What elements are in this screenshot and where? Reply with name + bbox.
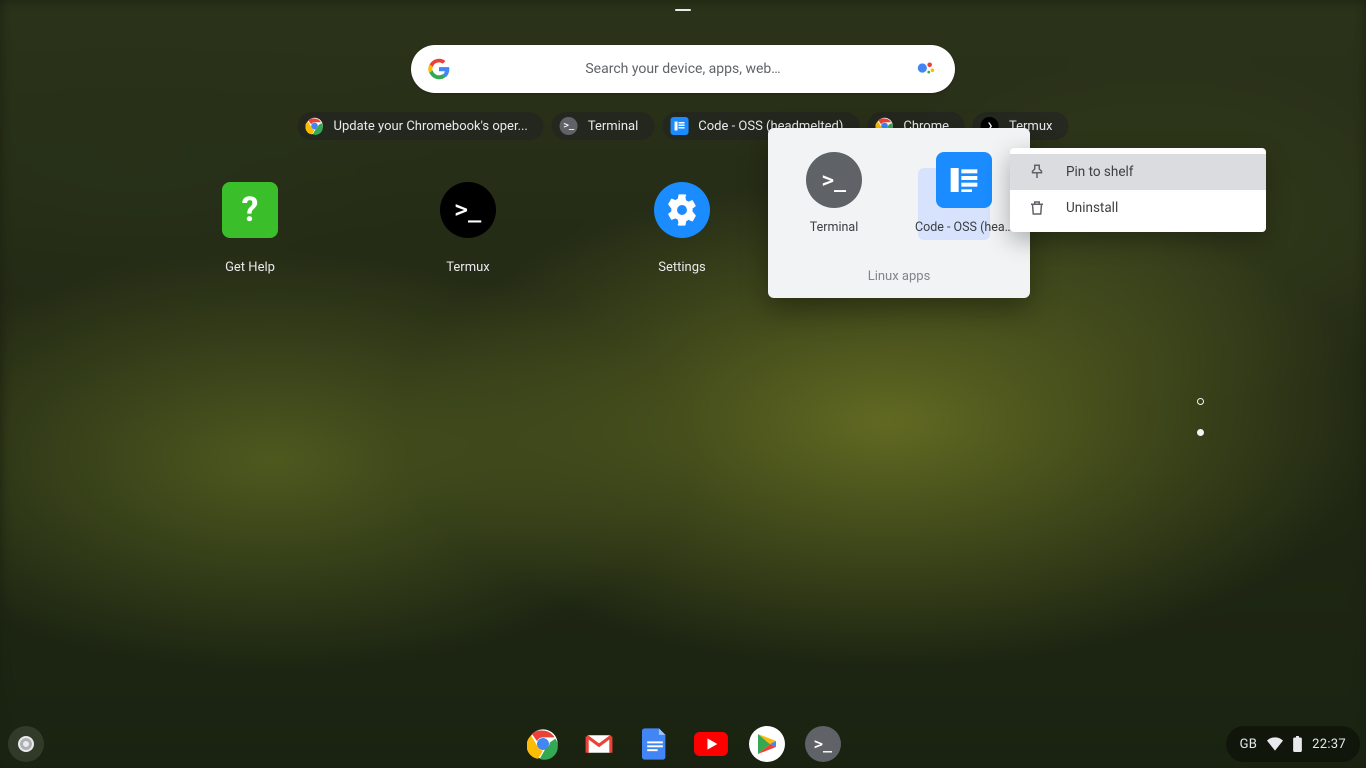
folder-title: Linux apps	[768, 269, 1030, 284]
search-bar[interactable]: Search your device, apps, web…	[411, 45, 955, 93]
ctx-pin-to-shelf[interactable]: Pin to shelf	[1010, 154, 1266, 190]
context-menu: Pin to shelf Uninstall	[1010, 148, 1266, 232]
gear-icon	[654, 182, 710, 238]
youtube-icon	[694, 732, 728, 756]
docs-icon	[642, 728, 668, 760]
chip-terminal[interactable]: >_ Terminal	[552, 112, 654, 140]
clock: 22:37	[1312, 737, 1346, 752]
app-label: Get Help	[190, 260, 310, 275]
ctx-uninstall[interactable]: Uninstall	[1010, 190, 1266, 226]
terminal-icon: >_	[814, 735, 832, 753]
google-g-icon	[427, 57, 451, 81]
pin-icon	[1028, 163, 1046, 181]
terminal-icon: >_	[806, 152, 862, 208]
folder-linux-apps[interactable]: >_ Terminal Code - OSS (hea… Linux apps	[768, 128, 1030, 298]
battery-icon	[1293, 736, 1302, 752]
page-dot[interactable]	[1197, 398, 1204, 405]
shelf: >_ GB 22:37	[0, 720, 1366, 768]
chrome-icon	[527, 728, 559, 760]
shelf-gmail[interactable]	[581, 726, 617, 762]
shelf-youtube[interactable]	[693, 726, 729, 762]
assistant-icon[interactable]	[915, 57, 939, 81]
launcher-button[interactable]	[8, 726, 44, 762]
ctx-label: Pin to shelf	[1066, 164, 1133, 180]
play-icon	[757, 733, 777, 755]
launcher-drag-handle[interactable]	[675, 9, 691, 11]
folder-app-code-oss[interactable]: Code - OSS (hea…	[914, 152, 1014, 235]
shelf-docs[interactable]	[637, 726, 673, 762]
ime-indicator: GB	[1240, 737, 1258, 752]
folder-app-terminal[interactable]: >_ Terminal	[784, 152, 884, 235]
chip-update-chromebook[interactable]: Update your Chromebook's oper...	[298, 112, 544, 140]
app-get-help[interactable]: ? Get Help	[190, 182, 310, 275]
trash-icon	[1028, 199, 1046, 217]
code-icon	[936, 152, 992, 208]
chrome-icon	[306, 117, 324, 135]
app-termux[interactable]: >_ Termux	[408, 182, 528, 275]
termux-icon: >_	[440, 182, 496, 238]
page-indicators[interactable]	[1197, 398, 1204, 436]
page-dot-active[interactable]	[1197, 429, 1204, 436]
shelf-chrome[interactable]	[525, 726, 561, 762]
folder-app-label: Terminal	[784, 220, 884, 235]
shelf-terminal[interactable]: >_	[805, 726, 841, 762]
app-label: Termux	[408, 260, 528, 275]
shelf-play-store[interactable]	[749, 726, 785, 762]
launcher-icon	[18, 736, 34, 752]
app-settings[interactable]: Settings	[622, 182, 742, 275]
shelf-pins: >_	[525, 726, 841, 762]
help-icon: ?	[222, 182, 278, 238]
search-placeholder: Search your device, apps, web…	[451, 61, 915, 77]
ctx-label: Uninstall	[1066, 200, 1118, 216]
wifi-icon	[1267, 737, 1283, 751]
terminal-icon: >_	[560, 117, 578, 135]
status-tray[interactable]: GB 22:37	[1226, 726, 1360, 762]
chip-label: Terminal	[588, 119, 638, 134]
folder-app-label: Code - OSS (hea…	[914, 220, 1014, 235]
code-icon	[670, 117, 688, 135]
app-label: Settings	[622, 260, 742, 275]
gmail-icon	[584, 729, 614, 759]
chip-label: Update your Chromebook's oper...	[334, 119, 528, 134]
